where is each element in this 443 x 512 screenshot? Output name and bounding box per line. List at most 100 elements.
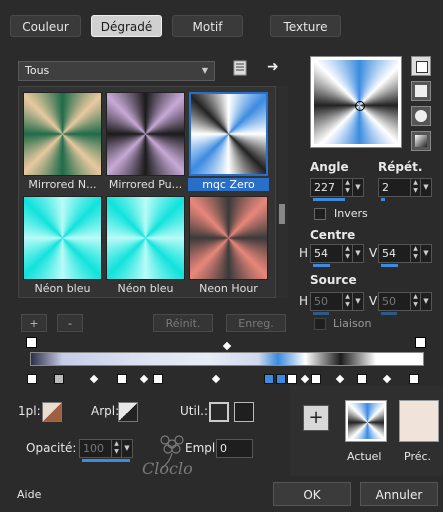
chevron-down-icon: ▼ (201, 66, 208, 75)
arpl-label: Arpl: (91, 404, 120, 418)
user-color-swatch[interactable] (209, 402, 229, 422)
chevron-down-icon[interactable]: ▼ (352, 293, 363, 310)
center-v-value: 54 (382, 247, 396, 260)
updown-icon[interactable]: ▲ ▼ (342, 293, 352, 310)
midpoint-marker[interactable] (89, 374, 99, 384)
gradient-thumb-neon-hour[interactable] (189, 196, 268, 280)
transparency-end-marker[interactable] (415, 337, 426, 348)
gradient-thumb-neon-bleu-1[interactable] (23, 196, 102, 280)
center-h-stepper[interactable]: 54 ▲ ▼ ▼ (310, 244, 364, 267)
rectangular-style-button[interactable] (411, 81, 431, 101)
center-handle-icon[interactable] (355, 101, 365, 111)
transparency-midpoint-marker[interactable] (222, 341, 232, 351)
color-stop-marker[interactable] (287, 374, 297, 384)
user-color-swatch-2[interactable] (234, 402, 254, 422)
link-checkbox[interactable] (314, 318, 326, 330)
midpoint-marker[interactable] (139, 374, 149, 384)
updown-icon[interactable]: ▲ ▼ (410, 245, 420, 262)
catalog-icon[interactable] (232, 60, 248, 76)
tab-motif[interactable]: Motif (172, 15, 243, 37)
color-stop-marker[interactable] (27, 374, 37, 384)
tab-couleur[interactable]: Couleur (10, 15, 81, 37)
color-stop-marker[interactable] (276, 374, 286, 384)
midpoint-marker[interactable] (300, 374, 310, 384)
source-h-stepper[interactable]: 50 ▲ ▼ ▼ (310, 292, 364, 315)
reset-button[interactable]: Réinit. (153, 314, 213, 332)
color-stop-marker-selected[interactable] (264, 374, 274, 384)
gradient-thumb-mirrored-n[interactable] (23, 92, 102, 176)
color-stop-marker[interactable] (153, 374, 163, 384)
help-link[interactable]: Aide (17, 488, 41, 501)
sunburst-style-button[interactable] (411, 106, 431, 126)
previous-gradient-swatch[interactable] (399, 400, 439, 442)
background-stop-color[interactable] (118, 402, 138, 422)
watermark-logo: Cloclo (122, 430, 212, 480)
updown-icon[interactable]: ▲ ▼ (410, 179, 420, 196)
color-stop-marker[interactable] (117, 374, 127, 384)
source-h-slider-bar[interactable] (313, 312, 329, 315)
remove-gradient-button[interactable]: - (57, 314, 83, 332)
repeat-stepper[interactable]: 2 ▲ ▼ ▼ (378, 178, 432, 201)
center-label: Centre (310, 228, 356, 242)
location-field[interactable]: 0 (216, 439, 253, 458)
current-gradient-swatch[interactable] (345, 400, 387, 442)
ok-button[interactable]: OK (273, 482, 351, 506)
tab-texture[interactable]: Texture (270, 15, 341, 37)
color-stop-marker[interactable] (357, 374, 367, 384)
gradient-list-scrollbar[interactable] (276, 86, 288, 298)
arrow-right-icon[interactable]: ➜ (267, 59, 283, 75)
repeat-value: 2 (382, 181, 389, 194)
invert-checkbox[interactable] (314, 208, 326, 220)
color-stop-marker[interactable] (54, 374, 64, 384)
chevron-down-icon[interactable]: ▼ (420, 245, 431, 262)
category-select[interactable]: Tous ▼ (18, 61, 215, 81)
chevron-down-icon[interactable]: ▼ (420, 293, 431, 310)
add-gradient-button[interactable]: + (21, 314, 47, 332)
chevron-down-icon[interactable]: ▼ (352, 245, 363, 262)
color-stop-marker[interactable] (311, 374, 321, 384)
updown-icon[interactable]: ▲ ▼ (342, 245, 352, 262)
repeat-slider-bar[interactable] (381, 198, 385, 201)
source-v-value: 50 (382, 295, 396, 308)
source-h-value: 50 (314, 295, 328, 308)
source-v-stepper[interactable]: 50 ▲ ▼ ▼ (378, 292, 432, 315)
updown-icon[interactable]: ▲ ▼ (111, 440, 121, 457)
linear-style-button[interactable] (411, 56, 431, 76)
gradient-thumb-mirrored-pu[interactable] (106, 92, 185, 176)
radial-style-button[interactable] (411, 131, 431, 151)
util-label: Util.: (180, 404, 209, 418)
category-select-value: Tous (25, 64, 50, 77)
center-h-value: 54 (314, 247, 328, 260)
foreground-stop-color[interactable] (42, 402, 62, 422)
gradient-thumb-label: Mirrored N... (28, 178, 97, 191)
updown-icon[interactable]: ▲ ▼ (410, 293, 420, 310)
gradient-editor-bar[interactable] (30, 352, 424, 366)
midpoint-marker[interactable] (382, 374, 392, 384)
gradient-preview[interactable] (310, 56, 402, 148)
color-stop-marker[interactable] (409, 374, 419, 384)
cancel-button[interactable]: Annuler (360, 482, 438, 506)
midpoint-marker[interactable] (335, 374, 345, 384)
source-label: Source (310, 273, 357, 287)
midpoint-marker[interactable] (211, 374, 221, 384)
angle-slider-bar[interactable] (313, 198, 345, 201)
center-v-slider-bar[interactable] (381, 264, 398, 267)
center-v-stepper[interactable]: 54 ▲ ▼ ▼ (378, 244, 432, 267)
add-to-swatches-button[interactable]: + (303, 405, 329, 431)
updown-icon[interactable]: ▲ ▼ (342, 179, 352, 196)
center-v-label: V (369, 246, 378, 260)
center-h-slider-bar[interactable] (313, 264, 330, 267)
watermark-text: Cloclo (142, 459, 193, 478)
gradient-thumb-mqc-zero[interactable] (189, 92, 268, 176)
gradient-thumb-neon-bleu-2[interactable] (106, 196, 185, 280)
chevron-down-icon[interactable]: ▼ (420, 179, 431, 196)
chevron-down-icon[interactable]: ▼ (352, 179, 363, 196)
source-v-slider-bar[interactable] (381, 312, 397, 315)
save-gradient-button[interactable]: Enreg. (226, 314, 286, 332)
angle-stepper[interactable]: 227 ▲ ▼ ▼ (310, 178, 364, 201)
tab-degrade[interactable]: Dégradé (91, 15, 162, 37)
scrollbar-thumb[interactable] (279, 204, 285, 224)
transparency-start-marker[interactable] (26, 337, 37, 348)
center-h-label: H (299, 246, 309, 260)
opacity-value: 100 (83, 442, 104, 455)
